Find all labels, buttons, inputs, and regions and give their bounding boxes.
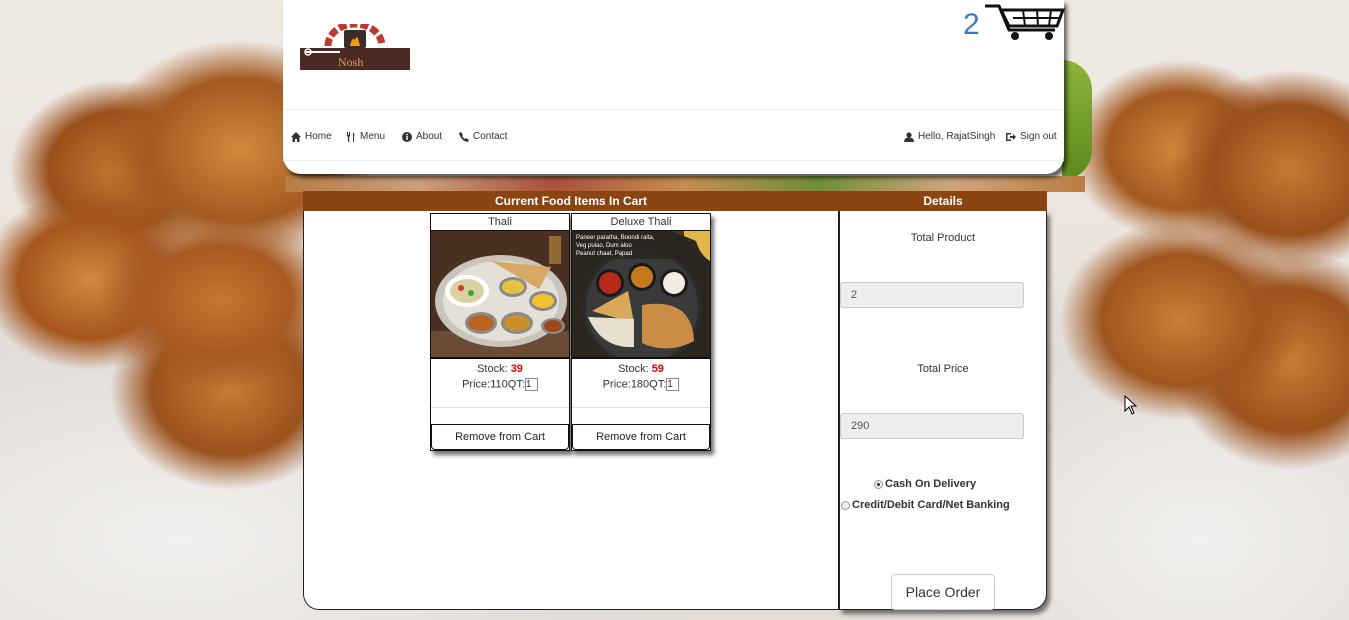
section-header-bar: Current Food Items In Cart Details	[303, 191, 1047, 211]
stock-value: 39	[510, 363, 523, 375]
payment-option-cod[interactable]: Cash On Delivery	[874, 478, 976, 490]
quantity-field[interactable]: 1	[524, 378, 538, 391]
thali-food-image	[431, 231, 569, 359]
nav-menu[interactable]: Menu	[346, 131, 385, 142]
phone-icon	[459, 131, 469, 142]
sign-out-icon	[1006, 132, 1016, 141]
item-divider	[431, 407, 569, 408]
nav-home[interactable]: Home	[291, 131, 332, 142]
item-name: Thali	[431, 214, 569, 231]
quantity-field[interactable]: 1	[666, 378, 680, 391]
card-radio[interactable]	[841, 500, 850, 510]
deluxe-thali-food-image: Paneer paratha, Boondi raita, Veg pulao,…	[572, 231, 710, 359]
nav-menu-label: Menu	[360, 131, 386, 142]
nav-about[interactable]: About	[402, 131, 442, 142]
user-icon	[904, 131, 914, 142]
cart-count: 2	[963, 8, 980, 41]
background-garnish	[1062, 60, 1092, 180]
user-greeting-label: Hello, RajatSingh	[918, 131, 996, 142]
cod-label: Cash On Delivery	[885, 478, 977, 490]
nav-home-label: Home	[305, 131, 332, 142]
main-nav: Home Menu About Contact Hello, RajatSing…	[283, 109, 1064, 161]
price-value: 180	[630, 378, 650, 391]
cart-heading: Current Food Items In Cart	[494, 194, 647, 208]
site-header: Nosh 2 Home Menu About Contact Hello, Ra…	[283, 0, 1066, 174]
order-details-panel: Total Product 2 Total Price 290 Cash On …	[839, 211, 1047, 610]
svg-text:Paneer paratha, Boondi raita,: Paneer paratha, Boondi raita,	[576, 235, 655, 241]
nav-about-label: About	[416, 131, 443, 142]
info-icon	[402, 131, 412, 142]
price-label: Price:	[462, 378, 491, 391]
cart-content: Current Food Items In Cart Details Thali	[303, 191, 1047, 610]
card-label: Credit/Debit Card/Net Banking	[852, 499, 1010, 511]
nav-sign-out[interactable]: Sign out	[1006, 131, 1057, 142]
cod-radio[interactable]	[874, 479, 883, 489]
remove-from-cart-button[interactable]: Remove from Cart	[572, 424, 710, 450]
item-name: Deluxe Thali	[572, 214, 710, 231]
logo-text: Nosh	[338, 55, 364, 69]
cart-widget[interactable]: 2	[963, 2, 1066, 42]
remove-from-cart-button[interactable]: Remove from Cart	[431, 424, 569, 450]
total-product-label: Total Product	[910, 232, 976, 244]
home-icon	[291, 131, 301, 142]
nav-sign-out-label: Sign out	[1020, 131, 1057, 142]
total-price-field[interactable]: 290	[840, 413, 1024, 439]
price-label: Price:	[602, 378, 631, 391]
cutlery-icon	[347, 131, 355, 142]
stock-label: Stock:	[618, 363, 652, 375]
item-divider	[572, 407, 710, 408]
site-logo[interactable]: Nosh	[300, 20, 410, 70]
qt-label: QT:	[507, 378, 525, 391]
nav-contact[interactable]: Contact	[459, 131, 507, 142]
total-price-label: Total Price	[917, 363, 969, 375]
cart-items-panel: Thali Stock: 39 Price:110QT:1 Remove fro…	[303, 211, 839, 610]
background-strip	[285, 176, 1085, 192]
cart-item-card: Deluxe Thali Paneer paratha, Boondi rait…	[571, 213, 711, 451]
user-greeting[interactable]: Hello, RajatSingh	[904, 131, 995, 142]
stock-label: Stock:	[477, 363, 511, 375]
nav-contact-label: Contact	[473, 131, 508, 142]
item-stock: Stock: 59	[572, 363, 710, 375]
svg-text:Veg pulao, Dum aloo: Veg pulao, Dum aloo	[576, 243, 632, 249]
place-order-button[interactable]: Place Order	[891, 574, 995, 610]
shopping-cart-icon[interactable]	[983, 2, 1067, 42]
item-price: Price:110QT:1	[431, 378, 569, 391]
mouse-cursor-icon	[1124, 395, 1138, 415]
qt-label: QT:	[649, 378, 667, 391]
cart-item-card: Thali Stock: 39 Price:110QT:1 Remove fro…	[430, 213, 570, 451]
details-heading: Details	[923, 194, 963, 208]
stock-value: 59	[651, 363, 664, 375]
item-stock: Stock: 39	[431, 363, 569, 375]
price-value: 110	[490, 378, 508, 391]
payment-option-card[interactable]: Credit/Debit Card/Net Banking	[841, 499, 1010, 511]
svg-text:Peanut chaat, Papad: Peanut chaat, Papad	[576, 251, 632, 257]
total-product-field[interactable]: 2	[840, 282, 1024, 308]
item-price: Price:180QT:1	[572, 378, 710, 391]
